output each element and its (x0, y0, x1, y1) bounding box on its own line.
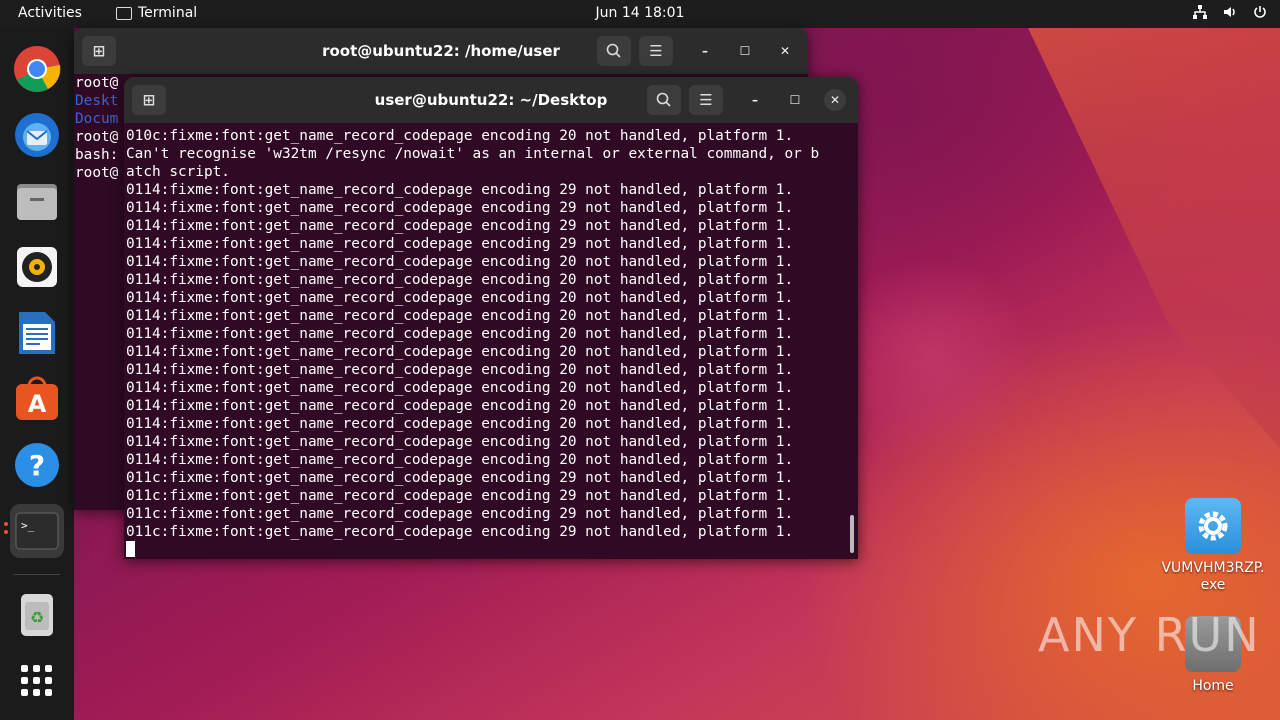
terminal-line: 0114:fixme:font:get_name_record_codepage… (126, 290, 794, 306)
terminal-line: 010c:fixme:font:get_name_record_codepage… (126, 128, 794, 144)
terminal-line: 0114:fixme:font:get_name_record_codepage… (126, 362, 794, 378)
close-icon[interactable]: ✕ (774, 40, 796, 62)
desktop-icon-label: Home (1192, 678, 1234, 694)
close-icon[interactable]: ✕ (824, 89, 846, 111)
terminal-line: 0114:fixme:font:get_name_record_codepage… (126, 254, 794, 270)
terminal-cursor (126, 541, 135, 557)
menu-icon[interactable]: ☰ (689, 85, 723, 115)
activities-button[interactable]: Activities (18, 5, 82, 21)
desktop-icon-label: VUMVHM3RZP. exe (1161, 560, 1265, 593)
search-icon[interactable] (597, 36, 631, 66)
terminal-line: 011c:fixme:font:get_name_record_codepage… (126, 524, 794, 540)
wallpaper-shape (860, 260, 1040, 460)
settings-gear-icon (1185, 498, 1241, 554)
search-icon[interactable] (647, 85, 681, 115)
svg-text:A: A (28, 390, 47, 418)
writer-icon[interactable] (10, 306, 64, 360)
terminal-line: 011c:fixme:font:get_name_record_codepage… (126, 470, 794, 486)
dock-separator (14, 574, 60, 575)
network-icon[interactable] (1192, 4, 1208, 24)
terminal-line: 011c:fixme:font:get_name_record_codepage… (126, 506, 794, 522)
chrome-icon[interactable] (10, 42, 64, 96)
terminal-line: 0114:fixme:font:get_name_record_codepage… (126, 434, 794, 450)
terminal-line: 0114:fixme:font:get_name_record_codepage… (126, 380, 794, 396)
power-icon[interactable] (1252, 4, 1268, 24)
svg-text:♻: ♻ (30, 608, 44, 627)
terminal-line: 011c:fixme:font:get_name_record_codepage… (126, 488, 794, 504)
front-terminal-window[interactable]: ⊞ user@ubuntu22: ~/Desktop ☰ – ☐ ✕ 010c:… (124, 77, 858, 559)
titlebar[interactable]: ⊞ root@ubuntu22: /home/user ☰ – ☐ ✕ (74, 28, 808, 74)
top-bar: Activities Terminal Jun 14 18:01 (0, 0, 1280, 28)
maximize-icon[interactable]: ☐ (734, 40, 756, 62)
volume-icon[interactable] (1222, 4, 1238, 24)
trash-icon[interactable]: ♻ (10, 588, 64, 642)
dock: A ? >_ ♻ (0, 28, 74, 720)
terminal-line: 0114:fixme:font:get_name_record_codepage… (126, 452, 794, 468)
wallpaper-shape (1028, 28, 1280, 448)
terminal-line: 0114:fixme:font:get_name_record_codepage… (126, 272, 794, 288)
running-indicator (4, 530, 8, 534)
terminal-line: 0114:fixme:font:get_name_record_codepage… (126, 308, 794, 324)
terminal-line: 0114:fixme:font:get_name_record_codepage… (126, 344, 794, 360)
minimize-icon[interactable]: – (744, 89, 766, 111)
thunderbird-icon[interactable] (10, 108, 64, 162)
menu-icon[interactable]: ☰ (639, 36, 673, 66)
rhythmbox-icon[interactable] (10, 240, 64, 294)
app-menu[interactable]: Terminal (116, 5, 197, 21)
terminal-line: 0114:fixme:font:get_name_record_codepage… (126, 182, 794, 198)
show-apps-icon[interactable] (10, 654, 64, 708)
terminal-icon (116, 6, 132, 20)
system-tray[interactable] (1192, 4, 1268, 24)
scrollbar[interactable] (850, 515, 854, 553)
terminal-line: 0114:fixme:font:get_name_record_codepage… (126, 326, 794, 342)
prompt-line[interactable] (126, 541, 858, 559)
app-name: Terminal (138, 5, 198, 21)
titlebar[interactable]: ⊞ user@ubuntu22: ~/Desktop ☰ – ☐ ✕ (124, 77, 858, 123)
terminal-line: 0114:fixme:font:get_name_record_codepage… (126, 200, 794, 216)
terminal-icon[interactable]: >_ (10, 504, 64, 558)
app-center-icon[interactable]: A (10, 372, 64, 426)
desktop-file-exe[interactable]: VUMVHM3RZP. exe (1158, 498, 1268, 594)
running-indicator (4, 522, 8, 526)
svg-text:>_: >_ (21, 519, 35, 532)
terminal-line: 0114:fixme:font:get_name_record_codepage… (126, 218, 794, 234)
terminal-line: 0114:fixme:font:get_name_record_codepage… (126, 398, 794, 414)
terminal-line: Can't recognise 'w32tm /resync /nowait' … (126, 146, 820, 162)
files-icon[interactable] (10, 174, 64, 228)
watermark: ANY RUN (1038, 608, 1261, 662)
minimize-icon[interactable]: – (694, 40, 716, 62)
maximize-icon[interactable]: ☐ (784, 89, 806, 111)
terminal-line: atch script. (126, 164, 230, 180)
terminal-line: 0114:fixme:font:get_name_record_codepage… (126, 416, 794, 432)
help-icon[interactable]: ? (10, 438, 64, 492)
terminal-line: 0114:fixme:font:get_name_record_codepage… (126, 236, 794, 252)
terminal-output[interactable]: 010c:fixme:font:get_name_record_codepage… (124, 123, 858, 559)
svg-text:?: ? (29, 449, 45, 482)
